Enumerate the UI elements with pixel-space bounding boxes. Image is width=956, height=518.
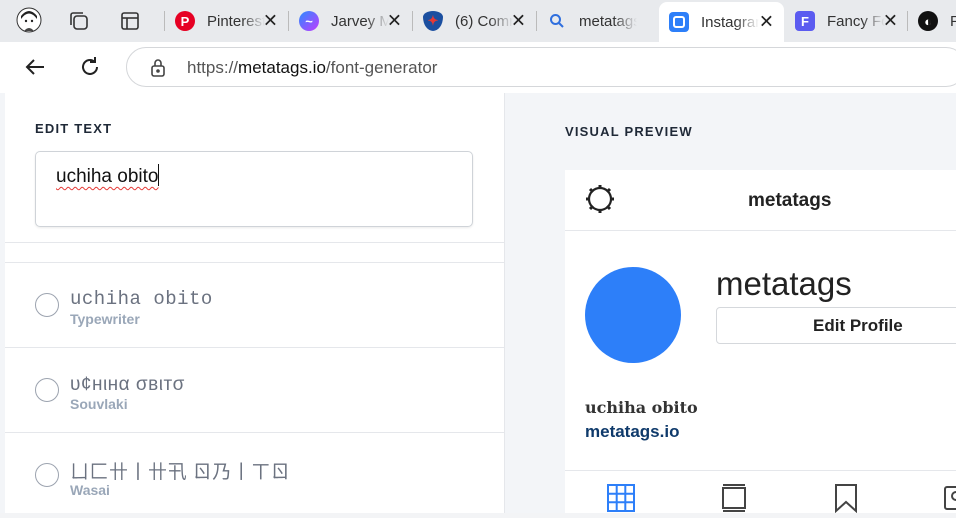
- font-sample: uchiha obito: [70, 288, 213, 310]
- f-icon: F: [795, 11, 815, 31]
- font-sample: ㄩ匚卄丨卄卂 ㄖ乃丨ㄒㄖ: [70, 462, 291, 483]
- instagram-preview-card: metatags metatags Edit Profile uchiha ob…: [565, 170, 956, 514]
- font-option-typewriter[interactable]: uchiha obito Typewriter: [5, 263, 504, 347]
- tab-title: Fancy Fonts: [827, 12, 885, 30]
- header-username: metatags: [748, 190, 832, 211]
- close-icon[interactable]: ✕: [387, 11, 402, 32]
- tab-title: (6) Community: [455, 12, 513, 30]
- tab-community[interactable]: ✦ (6) Community ✕: [413, 4, 536, 38]
- edit-text-label: EDIT TEXT: [35, 121, 113, 136]
- refresh-icon[interactable]: [77, 54, 103, 80]
- close-icon[interactable]: ✕: [883, 11, 898, 32]
- tab-messenger[interactable]: ~ Jarvey Messenger ✕: [289, 4, 412, 38]
- font-option-souvlaki[interactable]: υ¢нιнα σвιтσ Souvlaki: [5, 348, 504, 432]
- tab-partial[interactable]: ◐ Fo: [908, 4, 956, 38]
- tab-title: Instagram: [701, 13, 759, 31]
- gear-icon: [585, 184, 615, 219]
- close-icon[interactable]: ✕: [759, 12, 774, 33]
- avatar: [585, 267, 681, 363]
- radio-button[interactable]: [35, 378, 59, 402]
- search-icon: [547, 11, 567, 31]
- bio-link[interactable]: metatags.io: [585, 422, 679, 442]
- tab-actions-icon[interactable]: [117, 8, 143, 34]
- browser-toolbar: https://metatags.io/font-generator: [0, 42, 956, 93]
- browser-tab-strip: P Pinterest ✕ ~ Jarvey Messenger ✕ ✦ (6)…: [0, 0, 956, 42]
- address-bar[interactable]: https://metatags.io/font-generator: [126, 47, 956, 87]
- tab-title: Fo: [950, 12, 956, 30]
- tab-fancy-fonts[interactable]: F Fancy Fonts ✕: [785, 4, 908, 38]
- metatags-icon: [669, 12, 689, 32]
- radio-button[interactable]: [35, 463, 59, 487]
- shield-icon: ✦: [423, 11, 443, 31]
- text-input-value: uchiha obito: [56, 164, 160, 187]
- lock-icon: [149, 58, 167, 83]
- tab-title: Jarvey Messenger: [331, 12, 389, 30]
- editor-panel: EDIT TEXT uchiha obito uchiha obito Type…: [5, 93, 505, 513]
- planet-icon: ◐: [918, 11, 938, 31]
- close-icon[interactable]: ✕: [511, 11, 526, 32]
- close-icon[interactable]: ✕: [263, 11, 278, 32]
- preview-header: metatags: [565, 170, 956, 231]
- font-name: Typewriter: [70, 311, 140, 327]
- url-text: https://metatags.io/font-generator: [187, 58, 438, 77]
- font-name: Souvlaki: [70, 396, 128, 412]
- pinterest-icon: P: [175, 11, 195, 31]
- profile-username: metatags: [716, 265, 852, 302]
- tab-title: Pinterest: [207, 12, 265, 30]
- messenger-icon: ~: [299, 11, 319, 31]
- tab-pinterest[interactable]: P Pinterest ✕: [165, 4, 288, 38]
- profile-avatar-icon[interactable]: [16, 7, 42, 33]
- visual-preview-label: VISUAL PREVIEW: [565, 124, 693, 139]
- edit-profile-button[interactable]: Edit Profile: [716, 307, 956, 344]
- tab-metatags-search[interactable]: metatags: [537, 4, 659, 38]
- tab-title: metatags: [579, 12, 637, 30]
- font-option-wasai[interactable]: ㄩ匚卄丨卄卂 ㄖ乃丨ㄒㄖ Wasai: [5, 433, 504, 517]
- preview-tabs: [565, 470, 956, 514]
- radio-button[interactable]: [35, 293, 59, 317]
- bio-name: uchiha obito: [585, 398, 698, 417]
- tab-instagram-active[interactable]: Instagram ✕: [659, 2, 784, 42]
- back-arrow-icon[interactable]: [22, 54, 48, 80]
- collections-icon[interactable]: [66, 8, 92, 34]
- page-content: EDIT TEXT uchiha obito uchiha obito Type…: [0, 93, 956, 514]
- font-name: Wasai: [70, 482, 110, 498]
- font-sample: υ¢нιнα σвιтσ: [70, 374, 185, 395]
- text-input[interactable]: uchiha obito: [35, 151, 473, 227]
